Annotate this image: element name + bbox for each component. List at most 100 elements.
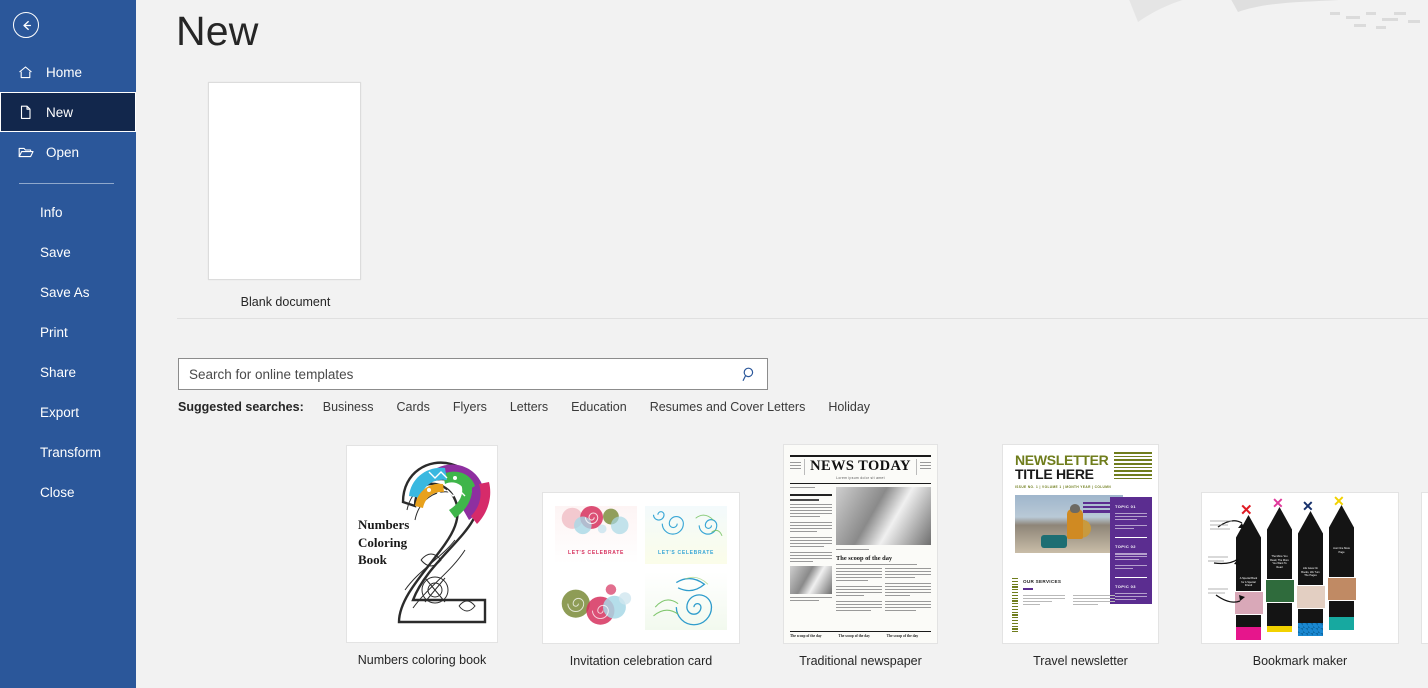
suggested-search-letters[interactable]: Letters [510,400,548,414]
bookmark-3: Life Goes On Books, We Turn The Pages [1298,511,1323,636]
sidebar-item-share[interactable]: Share [0,352,136,392]
newspaper-subhead: Lorem ipsum dolor sit amet [836,476,885,481]
template-thumbnail: NEWSLETTER TITLE HERE ISSUE NO. 1 | VOLU… [1002,444,1159,644]
back-button[interactable] [13,12,39,38]
suggested-searches: Suggested searches: Business Cards Flyer… [178,400,870,414]
sidebar-item-label: Save [40,244,71,260]
bookmark-photo-3 [1296,585,1326,609]
suggested-search-holiday[interactable]: Holiday [828,400,870,414]
document-icon [16,103,35,122]
invitation-card-3 [555,572,637,630]
bookmark-ribbon-pink: ✕ [1272,495,1284,511]
newsletter-stripes [1114,452,1152,480]
sidebar-item-info[interactable]: Info [0,192,136,232]
template-numbers-coloring-book[interactable]: Numbers Coloring Book Numbers coloring b… [346,445,498,667]
template-thumbnail: LET'S CELEBRATE LET'S CELEBRATE [542,492,740,644]
template-traditional-newspaper[interactable]: NEWS TODAY Lorem ipsum dolor sit amet Th… [783,444,938,668]
bookmark-annotation-arrows [1208,520,1245,603]
suggested-search-resumes[interactable]: Resumes and Cover Letters [650,400,806,414]
sidebar-item-home[interactable]: Home [0,52,136,92]
template-label: Traditional newspaper [799,654,922,668]
newsletter-meta: ISSUE NO. 1 | VOLUME 1 | MONTH YEAR | CO… [1015,484,1112,489]
search-input[interactable] [189,366,739,382]
newspaper-headline: The scoop of the day [836,554,893,562]
bookmark-ribbon-yellow: ✕ [1333,493,1345,509]
template-label: Invitation celebration card [569,654,713,668]
sidebar-item-label: Transform [40,444,102,460]
bookmark-photo-4 [1327,577,1357,601]
template-label: Bookmark maker [1252,654,1348,668]
invitation-card-text: LET'S CELEBRATE [567,550,625,556]
bookmark-4: Just One More Page [1329,505,1354,630]
sidebar-item-export[interactable]: Export [0,392,136,432]
bookmark-2: The More You Read, The More You Want To … [1267,507,1292,632]
sidebar-item-transform[interactable]: Transform [0,432,136,472]
template-travel-newsletter[interactable]: NEWSLETTER TITLE HERE ISSUE NO. 1 | VOLU… [1002,444,1159,668]
back-arrow-icon [22,20,31,30]
template-label: Travel newsletter [1033,654,1128,668]
newsletter-services-heading: OUR SERVICES [1023,579,1062,584]
template-label: Birthday party invitation [1421,654,1428,668]
template-label: Numbers coloring book [357,653,487,667]
section-divider [177,318,1428,319]
sidebar-item-close[interactable]: Close [0,472,136,512]
folder-open-icon [16,143,35,162]
blank-document-thumbnail [208,82,361,280]
template-bookmark-maker[interactable]: A Special Book for A Special Friend ✕ Th… [1201,492,1399,668]
newsletter-topics-panel: TOPIC 01 TOPIC 02 TOPIC 03 [1110,497,1152,609]
sidebar-item-label: Share [40,364,77,380]
suggested-search-education[interactable]: Education [571,400,627,414]
sidebar-item-print[interactable]: Print [0,312,136,352]
sidebar-divider [19,183,114,184]
sidebar-primary-nav: Home New Open Info Save Save As Print Sh… [0,52,136,512]
bookmark-photo-2 [1265,579,1295,603]
sidebar-item-save-as[interactable]: Save As [0,272,136,312]
bookmark-caption: The More You Read, The More You Want To … [1270,555,1289,569]
sidebar-item-label: New [46,104,74,120]
newsletter-ladder-graphic [1012,578,1018,633]
bookmark-caption: Life Goes On Books, We Turn The Pages [1301,567,1320,578]
newspaper-footer-headline: The scoop of the day [790,634,822,638]
blank-document-label: Blank document [240,295,331,309]
bookmark-caption: Just One More Page [1332,547,1350,554]
suggested-searches-label: Suggested searches: [178,400,304,414]
sidebar-item-label: Info [40,204,63,220]
bookmark-ribbon-navy: ✕ [1302,498,1314,514]
newspaper-masthead: NEWS TODAY [810,457,911,474]
template-thumbnail: NEWS TODAY Lorem ipsum dolor sit amet Th… [783,444,938,644]
template-gallery: Numbers Coloring Book Numbers coloring b… [136,435,1428,680]
suggested-search-business[interactable]: Business [323,400,374,414]
sidebar-item-label: Export [40,404,80,420]
newsletter-topic: TOPIC 01 [1115,504,1136,509]
suggested-search-cards[interactable]: Cards [396,400,429,414]
blank-document-tile[interactable]: Blank document [208,82,363,309]
invitation-card-4 [645,572,727,630]
invitation-card-2: LET'S CELEBRATE [645,506,727,564]
search-icon[interactable] [739,366,759,383]
invitation-card-1: LET'S CELEBRATE [555,506,637,564]
newsletter-topic: TOPIC 03 [1115,583,1136,589]
newspaper-footer-headline: The scoop of the day [886,634,919,638]
search-box[interactable] [178,358,768,390]
coloring-book-title: Numbers Coloring Book [358,517,410,568]
template-invitation-celebration-card[interactable]: LET'S CELEBRATE LET'S CELEBRATE Invitati… [542,492,740,668]
search-row [178,358,768,390]
sidebar-item-open[interactable]: Open [0,132,136,172]
word-backstage-new-screen: Home New Open Info Save Save As Print Sh… [0,0,1428,688]
template-birthday-party-invitation[interactable]: TAYLOR TURNS 11 TAYLOR TURNS 11 [1421,492,1428,668]
newspaper-footer-headline: The scoop of the day [838,634,870,638]
newsletter-topic: TOPIC 02 [1115,544,1136,550]
template-thumbnail: TAYLOR TURNS 11 TAYLOR TURNS 11 [1421,492,1428,644]
suggested-search-flyers[interactable]: Flyers [453,400,487,414]
sidebar-item-label: Save As [40,284,90,300]
decorative-header-graphic [1129,0,1420,29]
sidebar-item-label: Print [40,324,68,340]
home-icon [16,63,35,82]
sidebar-item-label: Open [46,144,80,160]
page-title: New [176,8,259,54]
sidebar-item-new[interactable]: New [0,92,136,132]
backstage-sidebar: Home New Open Info Save Save As Print Sh… [0,0,136,688]
invitation-card-text: LET'S CELEBRATE [657,550,715,556]
sidebar-item-save[interactable]: Save [0,232,136,272]
sidebar-item-label: Home [46,64,83,80]
